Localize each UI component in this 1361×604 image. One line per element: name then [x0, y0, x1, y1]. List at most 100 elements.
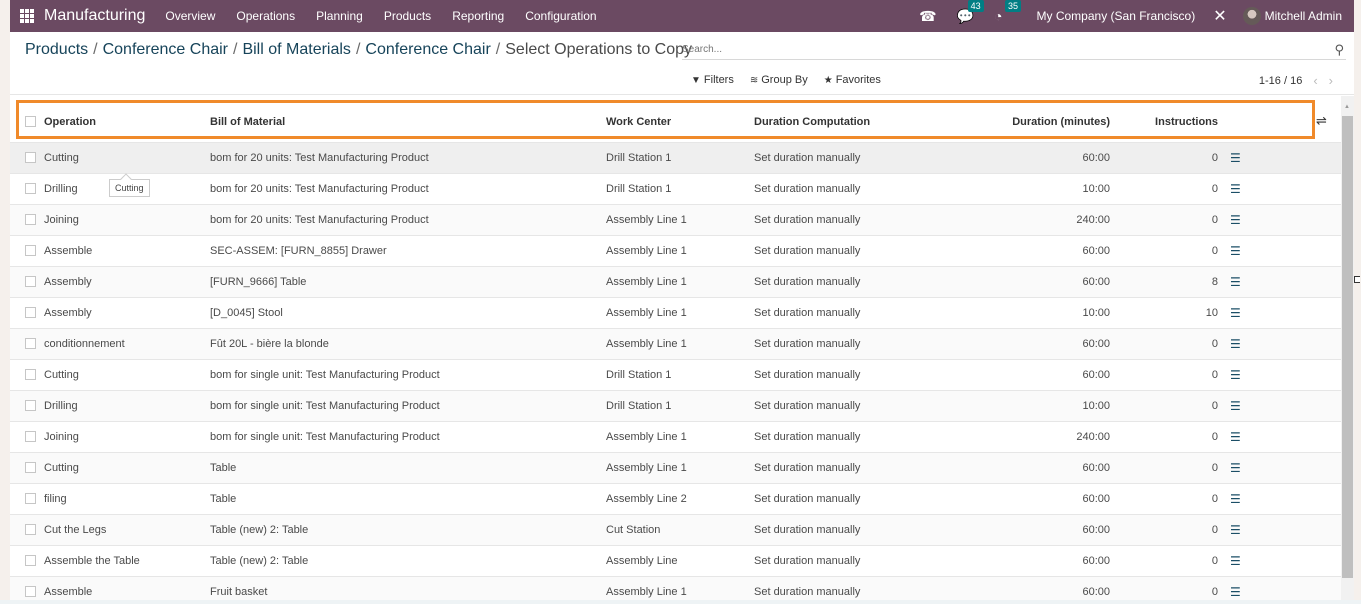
row-checkbox[interactable]: [25, 586, 36, 598]
cell-bill-of-material: bom for single unit: Test Manufacturing …: [210, 389, 606, 421]
row-checkbox[interactable]: [25, 183, 36, 195]
row-checkbox[interactable]: [25, 214, 36, 226]
search-input[interactable]: [682, 44, 1335, 55]
window-edge-marker: [1354, 276, 1360, 283]
cell-work-center: Assembly Line: [606, 544, 754, 576]
row-checkbox[interactable]: [25, 524, 36, 536]
favorites-label: Favorites: [835, 74, 881, 86]
optional-columns-toggle-icon[interactable]: ⇌: [1316, 113, 1327, 129]
cell-duration: 240:00: [962, 203, 1110, 235]
instructions-list-icon[interactable]: ☰: [1230, 182, 1241, 196]
menu-configuration[interactable]: Configuration: [525, 9, 596, 23]
column-header-duration[interactable]: Duration (minutes): [962, 96, 1110, 142]
app-name[interactable]: Manufacturing: [44, 7, 145, 25]
cell-work-center: Drill Station 1: [606, 172, 754, 204]
table-row[interactable]: Assembly [FURN_9666] Table Assembly Line 1…: [10, 265, 1341, 297]
breadcrumb-products[interactable]: Products: [25, 41, 88, 58]
breadcrumb-separator: /: [355, 41, 361, 58]
instructions-list-icon[interactable]: ☰: [1230, 523, 1241, 537]
instructions-list-icon[interactable]: ☰: [1230, 275, 1241, 289]
vertical-scrollbar[interactable]: ▲: [1341, 96, 1354, 604]
menu-planning[interactable]: Planning: [316, 9, 363, 23]
row-checkbox[interactable]: [25, 152, 36, 164]
table-row[interactable]: conditionnement Fût 20L - bière la blonde…: [10, 327, 1341, 359]
column-header-duration-computation[interactable]: Duration Computation: [754, 96, 962, 142]
instructions-list-icon[interactable]: ☰: [1230, 461, 1241, 475]
table-row[interactable]: Cut the Legs Table (new) 2: Table Cut Stat…: [10, 513, 1341, 545]
cell-duration-computation: Set duration manually: [754, 544, 962, 576]
company-switcher[interactable]: My Company (San Francisco): [1037, 9, 1196, 23]
group-by-label: Group By: [761, 74, 808, 86]
cell-duration-computation: Set duration manually: [754, 265, 962, 297]
group-by-button[interactable]: ≋ Group By: [750, 74, 808, 86]
instructions-list-icon[interactable]: ☰: [1230, 244, 1241, 258]
row-checkbox[interactable]: [25, 493, 36, 505]
instructions-list-icon[interactable]: ☰: [1230, 337, 1241, 351]
instructions-list-icon[interactable]: ☰: [1230, 151, 1241, 165]
menu-operations[interactable]: Operations: [236, 9, 295, 23]
cell-duration-computation: Set duration manually: [754, 234, 962, 266]
menu-reporting[interactable]: Reporting: [452, 9, 504, 23]
debug-tools-icon[interactable]: ✕: [1213, 6, 1226, 26]
row-checkbox[interactable]: [25, 338, 36, 350]
cell-duration: 10:00: [962, 389, 1110, 421]
menu-products[interactable]: Products: [384, 9, 431, 23]
instructions-list-icon[interactable]: ☰: [1230, 213, 1241, 227]
breadcrumb-separator: /: [93, 41, 98, 58]
row-checkbox[interactable]: [25, 431, 36, 443]
table-row[interactable]: Assemble SEC-ASSEM: [FURN_8855] Drawer Ass…: [10, 234, 1341, 266]
filters-button[interactable]: ▼ Filters: [691, 74, 734, 86]
column-header-work-center[interactable]: Work Center: [606, 96, 754, 142]
pager-value[interactable]: 1-16 / 16: [1259, 75, 1302, 87]
row-checkbox[interactable]: [25, 462, 36, 474]
table-row[interactable]: Drilling bom for single unit: Test Manufa…: [10, 389, 1341, 421]
instructions-list-icon[interactable]: ☰: [1230, 492, 1241, 506]
phone-icon[interactable]: ☎: [919, 8, 936, 25]
row-checkbox[interactable]: [25, 276, 36, 288]
column-header-instructions[interactable]: Instructions: [1110, 96, 1218, 142]
table-row[interactable]: Joining bom for 20 units: Test Manufactur…: [10, 203, 1341, 235]
scrollbar-thumb[interactable]: [1342, 116, 1353, 578]
instructions-list-icon[interactable]: ☰: [1230, 554, 1241, 568]
search-bar: ⚲: [682, 40, 1346, 60]
pager-next-icon[interactable]: ›: [1329, 73, 1333, 88]
table-row[interactable]: Cutting bom for 20 units: Test Manufactur…: [10, 141, 1341, 173]
favorites-button[interactable]: ★ Favorites: [824, 74, 881, 86]
scroll-up-icon[interactable]: ▲: [1344, 104, 1350, 110]
cell-work-center: Assembly Line 1: [606, 451, 754, 483]
instructions-list-icon[interactable]: ☰: [1230, 399, 1241, 413]
activities-button[interactable]: ◔ 35: [994, 0, 1022, 24]
apps-menu-icon[interactable]: [20, 9, 34, 23]
table-row[interactable]: Assemble the Table Table (new) 2: Table As…: [10, 544, 1341, 576]
cell-instructions: 10: [1110, 296, 1218, 328]
column-header-operation[interactable]: Operation: [44, 96, 210, 142]
breadcrumb-conference-chair[interactable]: Conference Chair: [103, 41, 228, 58]
messages-button[interactable]: 💬 43: [957, 0, 984, 25]
menu-overview[interactable]: Overview: [165, 9, 215, 23]
table-row[interactable]: Drilling bom for 20 units: Test Manufactu…: [10, 172, 1341, 204]
instructions-list-icon[interactable]: ☰: [1230, 306, 1241, 320]
cell-operation: Cutting: [44, 451, 210, 483]
column-header-bill-of-material[interactable]: Bill of Material: [210, 96, 606, 142]
breadcrumb-conference-chair-bom[interactable]: Conference Chair: [365, 41, 490, 58]
table-row[interactable]: Assembly [D_0045] Stool Assembly Line 1 Set…: [10, 296, 1341, 328]
table-row[interactable]: filing Table Assembly Line 2 Set duration m…: [10, 482, 1341, 514]
instructions-list-icon[interactable]: ☰: [1230, 430, 1241, 444]
row-checkbox[interactable]: [25, 369, 36, 381]
select-all-checkbox[interactable]: [25, 116, 36, 128]
cell-bill-of-material: Fût 20L - bière la blonde: [210, 327, 606, 359]
user-menu[interactable]: Mitchell Admin: [1242, 7, 1342, 25]
pager-previous-icon[interactable]: ‹: [1313, 73, 1317, 88]
row-checkbox[interactable]: [25, 555, 36, 567]
table-row[interactable]: Cutting Table Assembly Line 1 Set duration …: [10, 451, 1341, 483]
row-checkbox[interactable]: [25, 245, 36, 257]
search-icon[interactable]: ⚲: [1334, 42, 1344, 58]
instructions-list-icon[interactable]: ☰: [1230, 585, 1241, 599]
cell-duration-computation: Set duration manually: [754, 141, 962, 173]
breadcrumb-bill-of-materials[interactable]: Bill of Materials: [242, 41, 350, 58]
row-checkbox[interactable]: [25, 400, 36, 412]
row-checkbox[interactable]: [25, 307, 36, 319]
table-row[interactable]: Joining bom for single unit: Test Manufac…: [10, 420, 1341, 452]
instructions-list-icon[interactable]: ☰: [1230, 368, 1241, 382]
table-row[interactable]: Cutting bom for single unit: Test Manufac…: [10, 358, 1341, 390]
